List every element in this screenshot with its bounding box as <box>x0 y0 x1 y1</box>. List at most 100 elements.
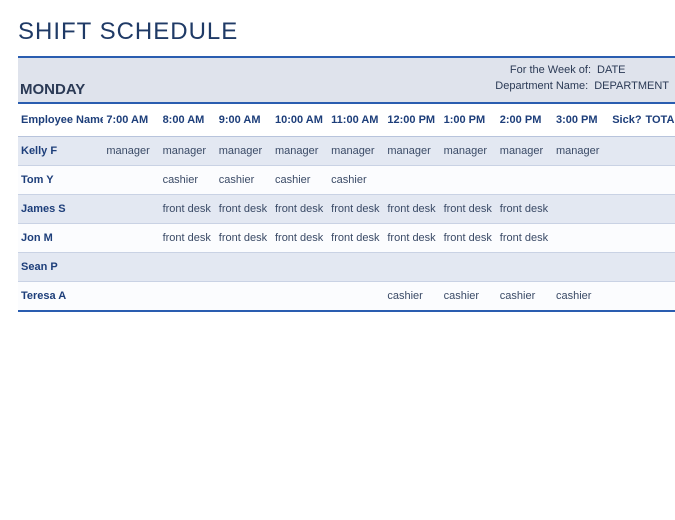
total-cell <box>642 224 675 253</box>
col-slot: 9:00 AM <box>216 104 272 137</box>
table-row: Jon Mfront deskfront deskfront deskfront… <box>18 224 675 253</box>
shift-cell <box>216 253 272 282</box>
meta-block: For the Week of: DATE Department Name: D… <box>495 62 669 94</box>
total-cell <box>642 137 675 166</box>
shift-cell <box>103 282 159 311</box>
shift-cell: front desk <box>328 224 384 253</box>
shift-cell <box>497 253 553 282</box>
col-sick: Sick? <box>609 104 642 137</box>
sick-cell <box>609 282 642 311</box>
shift-cell: manager <box>441 137 497 166</box>
total-cell <box>642 195 675 224</box>
total-cell <box>642 282 675 311</box>
shift-cell: manager <box>553 137 609 166</box>
shift-cell <box>441 166 497 195</box>
shift-cell <box>384 166 440 195</box>
employee-name: James S <box>18 195 103 224</box>
shift-cell: manager <box>328 137 384 166</box>
employee-name: Kelly F <box>18 137 103 166</box>
shift-cell: cashier <box>328 166 384 195</box>
shift-cell: cashier <box>384 282 440 311</box>
shift-cell: cashier <box>553 282 609 311</box>
shift-cell: manager <box>384 137 440 166</box>
dept-label: Department Name: <box>495 78 588 94</box>
week-value: DATE <box>597 62 669 78</box>
shift-cell <box>272 253 328 282</box>
shift-cell: front desk <box>497 195 553 224</box>
employee-name: Sean P <box>18 253 103 282</box>
col-slot: 8:00 AM <box>160 104 216 137</box>
shift-cell <box>497 166 553 195</box>
shift-cell <box>103 253 159 282</box>
shift-cell: manager <box>216 137 272 166</box>
employee-name: Tom Y <box>18 166 103 195</box>
page-title: SHIFT SCHEDULE <box>18 18 675 46</box>
shift-cell <box>272 282 328 311</box>
col-slot: 3:00 PM <box>553 104 609 137</box>
col-slot: 11:00 AM <box>328 104 384 137</box>
day-header-row: MONDAY For the Week of: DATE Department … <box>18 58 675 102</box>
shift-cell: cashier <box>216 166 272 195</box>
sick-cell <box>609 166 642 195</box>
shift-cell: cashier <box>497 282 553 311</box>
col-employee: Employee Name <box>18 104 103 137</box>
schedule-table: Employee Name 7:00 AM 8:00 AM 9:00 AM 10… <box>18 104 675 311</box>
shift-cell: front desk <box>441 224 497 253</box>
col-slot: 7:00 AM <box>103 104 159 137</box>
col-slot: 12:00 PM <box>384 104 440 137</box>
col-slot: 10:00 AM <box>272 104 328 137</box>
shift-cell: manager <box>272 137 328 166</box>
sick-cell <box>609 224 642 253</box>
shift-cell: front desk <box>497 224 553 253</box>
week-label: For the Week of: <box>510 62 591 78</box>
col-slot: 1:00 PM <box>441 104 497 137</box>
shift-cell: cashier <box>160 166 216 195</box>
shift-cell: front desk <box>441 195 497 224</box>
shift-cell <box>103 195 159 224</box>
table-row: Teresa Acashiercashiercashiercashier <box>18 282 675 311</box>
shift-cell: front desk <box>384 224 440 253</box>
divider <box>18 310 675 312</box>
day-name: MONDAY <box>18 81 138 98</box>
shift-cell <box>328 253 384 282</box>
shift-cell: front desk <box>328 195 384 224</box>
shift-schedule-sheet: SHIFT SCHEDULE MONDAY For the Week of: D… <box>0 0 675 312</box>
shift-cell: front desk <box>216 195 272 224</box>
table-row: Kelly Fmanagermanagermanagermanagermanag… <box>18 137 675 166</box>
shift-cell: front desk <box>160 195 216 224</box>
shift-cell: cashier <box>272 166 328 195</box>
col-slot: 2:00 PM <box>497 104 553 137</box>
shift-cell: cashier <box>441 282 497 311</box>
table-row: James Sfront deskfront deskfront deskfro… <box>18 195 675 224</box>
table-row: Sean P <box>18 253 675 282</box>
sick-cell <box>609 253 642 282</box>
shift-cell <box>160 253 216 282</box>
shift-cell <box>441 253 497 282</box>
shift-cell <box>328 282 384 311</box>
shift-cell <box>553 224 609 253</box>
shift-cell <box>384 253 440 282</box>
shift-cell: manager <box>497 137 553 166</box>
dept-value: DEPARTMENT <box>594 78 669 94</box>
sick-cell <box>609 195 642 224</box>
shift-cell: front desk <box>272 195 328 224</box>
shift-cell <box>216 282 272 311</box>
shift-cell: front desk <box>272 224 328 253</box>
total-cell <box>642 253 675 282</box>
col-total: TOTAL <box>642 104 675 137</box>
shift-cell: front desk <box>216 224 272 253</box>
total-cell <box>642 166 675 195</box>
shift-cell <box>103 224 159 253</box>
shift-cell: manager <box>160 137 216 166</box>
header-row: Employee Name 7:00 AM 8:00 AM 9:00 AM 10… <box>18 104 675 137</box>
table-row: Tom Ycashiercashiercashiercashier <box>18 166 675 195</box>
sick-cell <box>609 137 642 166</box>
shift-cell <box>103 166 159 195</box>
shift-cell: manager <box>103 137 159 166</box>
shift-cell: front desk <box>160 224 216 253</box>
shift-cell <box>553 253 609 282</box>
employee-name: Jon M <box>18 224 103 253</box>
shift-cell <box>160 282 216 311</box>
employee-name: Teresa A <box>18 282 103 311</box>
shift-cell <box>553 166 609 195</box>
